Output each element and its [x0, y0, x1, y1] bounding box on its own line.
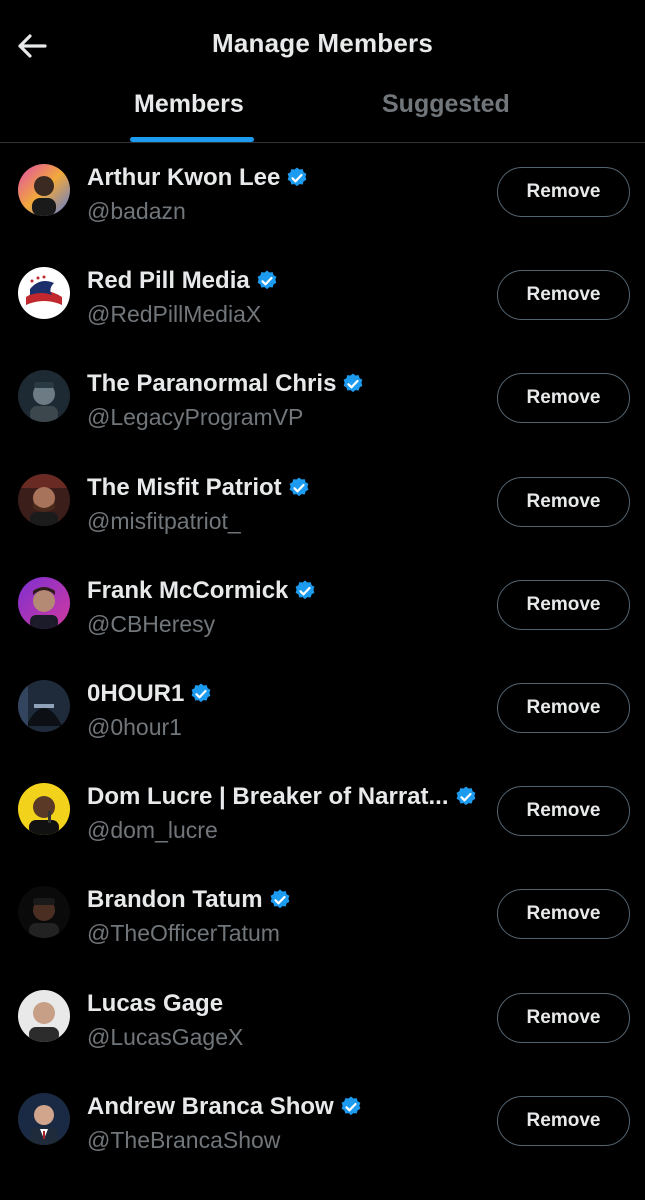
member-handle: @badazn [87, 198, 186, 224]
remove-button[interactable]: Remove [497, 1095, 630, 1146]
remove-button[interactable]: Remove [497, 270, 630, 321]
member-name-line: Arthur Kwon Lee [87, 163, 309, 193]
member-row[interactable]: The Misfit Patriot @misfitpatriot_ Remov… [0, 453, 645, 556]
avatar[interactable] [18, 164, 70, 216]
member-name: The Misfit Patriot [87, 473, 282, 501]
avatar[interactable] [18, 679, 70, 732]
member-name-line: Andrew Branca Show [87, 1092, 363, 1122]
member-handle: @CBHeresy [87, 610, 216, 637]
avatar[interactable] [18, 576, 70, 629]
verified-badge-icon [268, 888, 292, 912]
page-title: Manage Members [212, 28, 433, 58]
member-row[interactable]: Brandon Tatum @TheOfficerTatum Remove [0, 865, 645, 968]
member-row[interactable]: Dom Lucre | Breaker of Narrat... @dom_lu… [0, 762, 645, 865]
remove-button[interactable]: Remove [497, 373, 630, 424]
member-name-line: Dom Lucre | Breaker of Narrat... [87, 782, 478, 812]
member-name-line: Frank McCormick [87, 576, 317, 606]
member-name: Arthur Kwon Lee [87, 164, 281, 191]
remove-button[interactable]: Remove [497, 579, 630, 630]
member-handle: @dom_lucre [87, 817, 218, 844]
member-handle: @TheOfficerTatum [87, 920, 280, 947]
member-row[interactable]: 0HOUR1 @0hour1 Remove [0, 659, 645, 762]
remove-button[interactable]: Remove [497, 476, 630, 527]
avatar[interactable] [18, 370, 70, 423]
member-name-line: Brandon Tatum [87, 885, 292, 915]
members-list: Arthur Kwon Lee @badazn Remove Red Pill … [0, 143, 645, 1175]
remove-button[interactable]: Remove [497, 786, 630, 837]
tab-members[interactable]: Members [134, 90, 244, 119]
member-row[interactable]: Arthur Kwon Lee @badazn Remove [0, 143, 645, 246]
header: Manage Members [0, 0, 645, 92]
remove-button[interactable]: Remove [497, 992, 630, 1043]
member-handle: @0hour1 [87, 713, 182, 740]
verified-badge-icon [255, 269, 279, 293]
remove-button[interactable]: Remove [497, 682, 630, 733]
remove-button[interactable]: Remove [497, 889, 630, 940]
member-row[interactable]: Frank McCormick @CBHeresy Remove [0, 556, 645, 659]
verified-badge-icon [287, 476, 311, 500]
member-handle: @LucasGageX [87, 1023, 244, 1050]
member-name: Andrew Branca Show [87, 1092, 334, 1120]
member-name: Lucas Gage [87, 989, 224, 1017]
member-handle: @RedPillMediaX [87, 301, 262, 328]
member-name-line: The Misfit Patriot [87, 473, 311, 503]
member-handle: @misfitpatriot_ [87, 507, 241, 534]
member-name: Dom Lucre | Breaker of Narrat... [87, 783, 449, 811]
member-row[interactable]: The Paranormal Chris @LegacyProgramVP Re… [0, 349, 645, 452]
avatar[interactable] [18, 1092, 70, 1145]
member-row[interactable]: Andrew Branca Show @TheBrancaShow Remove [0, 1072, 645, 1175]
member-name: 0HOUR1 [87, 679, 185, 707]
avatar[interactable] [18, 267, 70, 320]
avatar[interactable] [18, 886, 70, 939]
avatar[interactable] [18, 473, 70, 526]
verified-badge-icon [454, 785, 478, 809]
verified-badge-icon [189, 682, 213, 706]
member-name: The Paranormal Chris [87, 370, 337, 398]
avatar[interactable] [18, 989, 70, 1042]
member-name-line: 0HOUR1 [87, 679, 213, 709]
member-name: Frank McCormick [87, 576, 289, 604]
member-name-line: Red Pill Media [87, 266, 279, 296]
avatar[interactable] [18, 783, 70, 836]
member-row[interactable]: Lucas Gage @LucasGageX Remove [0, 969, 645, 1072]
member-row[interactable]: Red Pill Media @RedPillMediaX Remove [0, 246, 645, 349]
verified-badge-icon [293, 579, 317, 603]
tab-bar: Members Suggested [0, 82, 645, 142]
tab-suggested[interactable]: Suggested [382, 90, 510, 119]
remove-button[interactable]: Remove [497, 167, 630, 217]
member-name: Red Pill Media [87, 267, 250, 295]
member-handle: @TheBrancaShow [87, 1126, 281, 1153]
verified-badge-icon [341, 372, 365, 396]
verified-badge-icon [285, 166, 309, 190]
verified-badge-icon [339, 1095, 363, 1119]
member-name-line: Lucas Gage [87, 989, 223, 1019]
member-name: Brandon Tatum [87, 886, 263, 914]
member-name-line: The Paranormal Chris [87, 369, 365, 399]
member-handle: @LegacyProgramVP [87, 404, 304, 431]
